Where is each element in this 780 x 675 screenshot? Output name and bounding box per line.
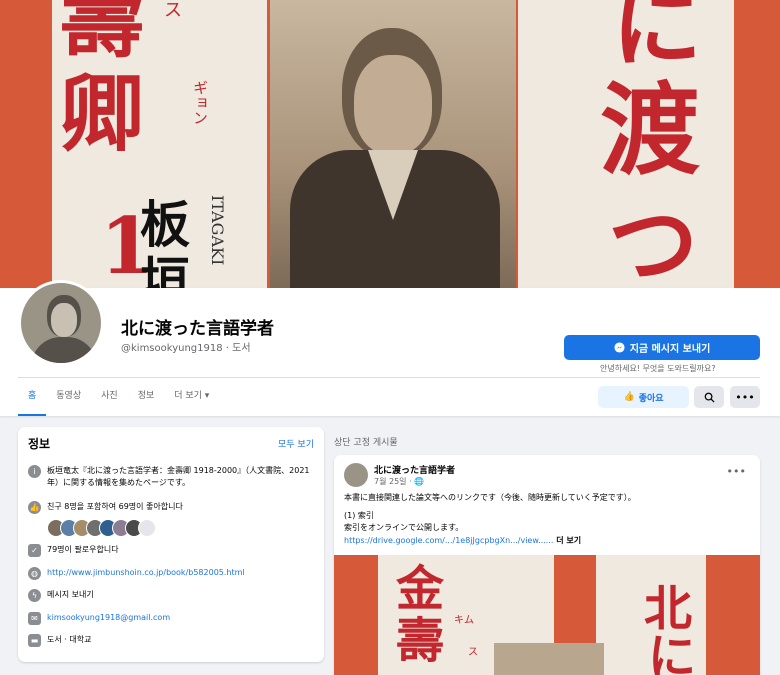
search-icon [704, 392, 715, 403]
cover-title-char: つ [608, 192, 698, 288]
cover-portrait [270, 0, 516, 288]
cover-author-char: 板 [140, 195, 190, 254]
page-username: @kimsookyung1918 · 도서 [121, 343, 251, 354]
cover-ruby-su: ス [164, 0, 182, 21]
tab-about[interactable]: 정보 [128, 378, 165, 416]
info-description: 板垣竜太『北に渡った言語学者：金壽卿 1918-2000』（人文書院、2021年… [47, 466, 310, 487]
ellipsis-icon: ••• [735, 390, 755, 404]
post-text-line: 索引をオンラインで公開します。 [344, 523, 464, 532]
search-button[interactable] [694, 386, 724, 408]
page-tabs: 홈 동영상 사진 정보 더 보기 ▾ [18, 378, 219, 416]
tab-videos[interactable]: 동영상 [46, 378, 91, 416]
avatar [138, 519, 156, 537]
post-author[interactable]: 北に渡った言語学者 [374, 463, 455, 476]
info-likes: 친구 8명을 포함하여 69명이 좋아합니다 [47, 502, 183, 511]
info-likes-row: 👍 친구 8명을 포함하여 69명이 좋아합니다 [28, 501, 314, 514]
post-image-ruby: キム [454, 615, 474, 626]
email-link[interactable]: kimsookyung1918@gmail.com [47, 612, 170, 625]
send-message-button[interactable]: 지금 메시지 보내기 [564, 335, 760, 360]
more-options-button[interactable]: ••• [730, 386, 760, 408]
cover-title-char: に [612, 0, 702, 80]
see-all-link[interactable]: 모두 보기 [278, 437, 314, 450]
tab-more[interactable]: 더 보기 ▾ [164, 378, 219, 416]
envelope-icon: ✉ [28, 612, 41, 625]
messenger-icon: ϟ [28, 589, 41, 602]
message-hint: 안녕하세요! 무엇을 도와드릴까요? [600, 364, 716, 373]
post-date[interactable]: 7월 25일 · 🌐 [374, 476, 424, 487]
thumbs-up-icon: 👍 [28, 501, 41, 514]
tab-home[interactable]: 홈 [18, 378, 47, 416]
info-website-row: ◍ http://www.jimbunshoin.co.jp/book/b582… [28, 567, 314, 580]
cover-author-latin: ITAGAKI [208, 195, 227, 266]
post-text-line: 本書に直接関連した論文等へのリンクです（今後、随時更新していく予定です）。 [344, 493, 636, 502]
messenger-link[interactable]: 메시지 보내기 [47, 589, 94, 602]
info-followers: 79명이 팔로우합니다 [47, 545, 119, 554]
post-avatar[interactable] [344, 463, 368, 487]
cover-photo[interactable]: ス 壽 卿 ギョン 1 ITAGAKI 板 垣 に 渡 つ [0, 0, 780, 288]
cover-author-char: 垣 [140, 251, 190, 289]
see-more-link[interactable]: 더 보기 [553, 536, 581, 545]
post-image-char: 金 [396, 561, 445, 617]
post-link-line: https://drive.google.com/.../1e8jJgcpbgX… [344, 535, 581, 547]
post-image[interactable]: 金 壽 キム ス 北 に [334, 555, 760, 675]
messenger-icon [614, 342, 625, 353]
post-image-ruby: ス [468, 647, 478, 658]
post-options-icon[interactable]: ••• [727, 465, 746, 478]
info-messenger-row: ϟ 메시지 보내기 [28, 589, 314, 602]
like-button[interactable]: 👍 좋아요 [598, 386, 689, 408]
cover-title-char: 卿 [60, 64, 145, 163]
globe-icon: ◍ [28, 567, 41, 580]
info-category: 도서 · 대학교 [47, 635, 92, 644]
follow-check-icon: ✓ [28, 544, 41, 557]
pinned-post: 北に渡った言語学者 7월 25일 · 🌐 ••• 本書に直接関連した論文等へのリ… [334, 455, 760, 675]
friend-avatars[interactable] [47, 519, 156, 537]
info-card: 정보 모두 보기 i 板垣竜太『北に渡った言語学者：金壽卿 1918-2000』… [18, 427, 324, 662]
cover-title-char: 壽 [60, 0, 145, 69]
post-link[interactable]: https://drive.google.com/.../1e8jJgcpbgX… [344, 536, 553, 545]
info-title: 정보 [28, 437, 51, 451]
cover-ruby-gyon: ギョン [191, 80, 209, 125]
thumbs-up-icon: 👍 [623, 392, 635, 402]
info-icon: i [28, 465, 41, 478]
page-title: 北に渡った言語学者 [121, 319, 274, 339]
folder-icon: ▬ [28, 634, 41, 647]
info-followers-row: ✓ 79명이 팔로우합니다 [28, 544, 314, 557]
cover-title-char: 渡 [600, 71, 700, 189]
post-text-line: (1) 索引 [344, 511, 374, 520]
pinned-posts-label: 상단 고정 게시물 [334, 438, 398, 448]
post-image-char: 壽 [396, 613, 445, 669]
info-email-row: ✉ kimsookyung1918@gmail.com [28, 612, 314, 625]
send-message-label: 지금 메시지 보내기 [629, 344, 711, 355]
page-avatar[interactable] [18, 280, 104, 366]
website-link[interactable]: http://www.jimbunshoin.co.jp/book/b58200… [47, 567, 245, 580]
tab-photos[interactable]: 사진 [91, 378, 128, 416]
post-image-char: に [648, 629, 697, 675]
info-description-row: i 板垣竜太『北に渡った言語学者：金壽卿 1918-2000』（人文書院、202… [28, 465, 314, 489]
post-image-char: 北 [644, 581, 693, 637]
info-category-row: ▬ 도서 · 대학교 [28, 634, 314, 647]
like-label: 좋아요 [638, 393, 664, 404]
